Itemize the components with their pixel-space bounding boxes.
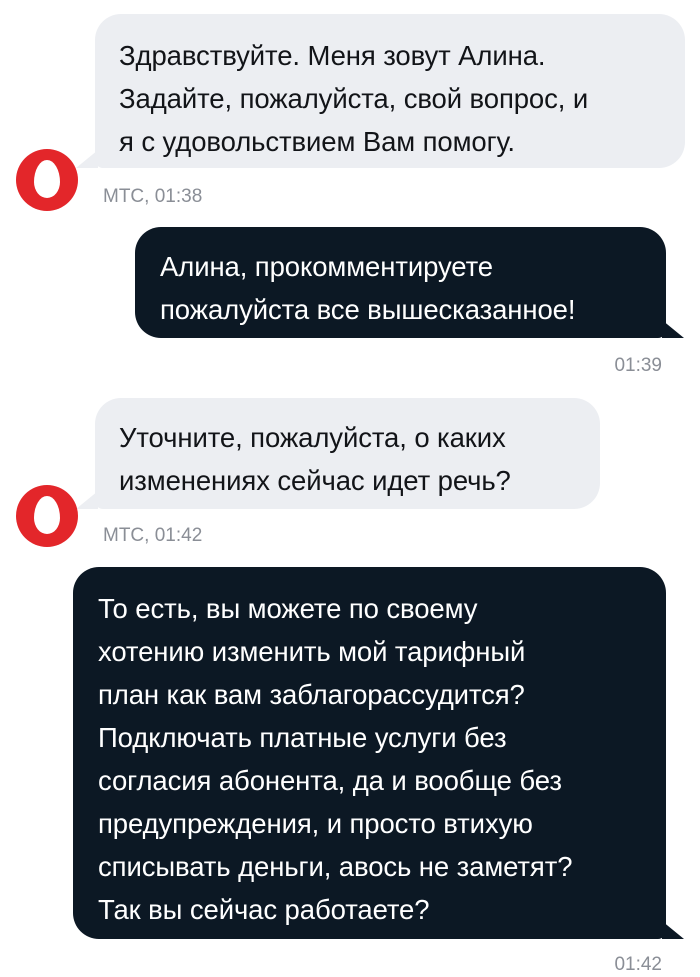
bubble-tail <box>662 921 684 939</box>
message-meta: 01:42 <box>614 954 662 975</box>
message-meta: МТС, 01:42 <box>103 525 203 546</box>
chat-conversation: Здравствуйте. Меня зовут Алина. Задайте,… <box>0 0 700 977</box>
mts-egg-logo-icon <box>16 149 78 211</box>
message-bubble-outgoing[interactable]: То есть, вы можете по своему хотению изм… <box>73 567 666 939</box>
avatar-egg-shape <box>34 496 60 534</box>
bubble-tail <box>76 491 98 509</box>
message-bubble-incoming[interactable]: Уточните, пожалуйста, о каких изменениях… <box>95 398 600 509</box>
message-meta: МТС, 01:38 <box>103 186 203 207</box>
message-bubble-outgoing[interactable]: Алина, прокомментируете пожалуйста все в… <box>135 227 666 338</box>
mts-egg-logo-icon <box>16 485 78 547</box>
bubble-tail <box>662 320 684 338</box>
message-meta: 01:39 <box>614 355 662 376</box>
message-bubble-incoming[interactable]: Здравствуйте. Меня зовут Алина. Задайте,… <box>95 14 685 168</box>
avatar-egg-shape <box>34 160 60 198</box>
